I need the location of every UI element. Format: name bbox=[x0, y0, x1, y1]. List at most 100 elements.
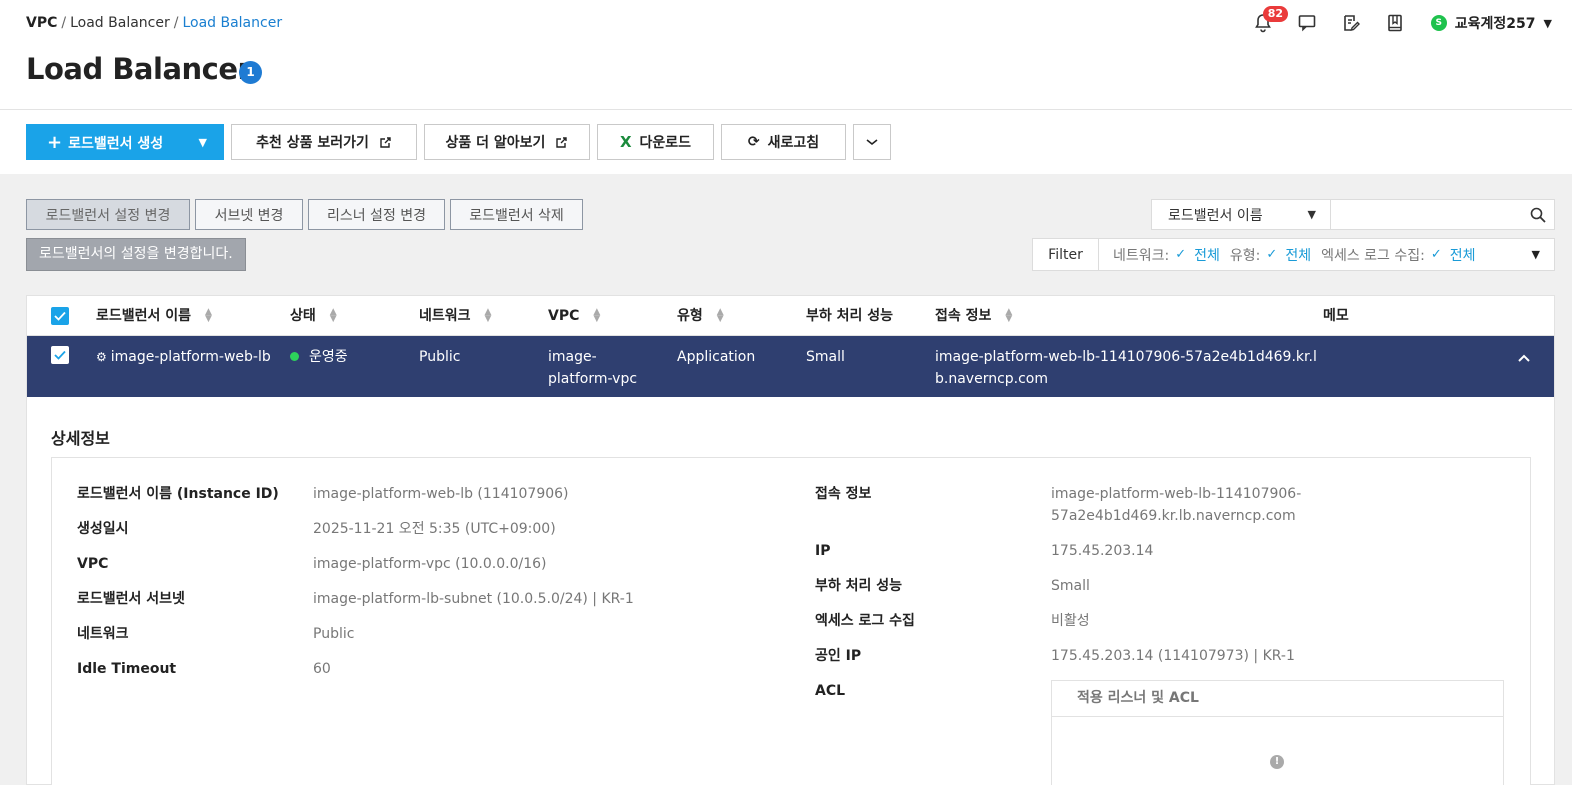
filter-network-value[interactable]: 전체 bbox=[1194, 245, 1220, 265]
check-icon bbox=[54, 311, 66, 321]
account-name: 교육계정257 bbox=[1454, 16, 1536, 32]
chevron-down-icon bbox=[866, 139, 878, 146]
column-header-vpc[interactable]: VPC ▲ ▼ bbox=[548, 296, 600, 336]
column-name-label: 로드밸런서 이름 bbox=[96, 308, 192, 324]
search-icon bbox=[1530, 207, 1546, 223]
breadcrumb-current[interactable]: Load Balancer bbox=[182, 15, 282, 31]
filter-type-value[interactable]: 전체 bbox=[1285, 245, 1311, 265]
column-type-label: 유형 bbox=[677, 308, 703, 324]
row-access-line2: b.naverncp.com bbox=[935, 371, 1049, 387]
create-load-balancer-button[interactable]: + 로드밸런서 생성 ▼ bbox=[26, 124, 224, 160]
column-network-label: 네트워크 bbox=[419, 308, 471, 324]
detail-value-access: image-platform-web-lb-114107906- 57a2e4b1… bbox=[1051, 483, 1301, 527]
column-header-status[interactable]: 상태 ▲ ▼ bbox=[290, 296, 337, 336]
chat-icon bbox=[1298, 15, 1316, 32]
sort-icon: ▲ ▼ bbox=[1005, 307, 1013, 324]
edit-note-button[interactable] bbox=[1329, 8, 1373, 38]
column-status-label: 상태 bbox=[290, 308, 316, 324]
load-balancer-table: 로드밸런서 이름 ▲ ▼ 상태 ▲ ▼ 네트워크 ▲ ▼ VPC ▲ ▼ 유형 ▲ ▼ 부하 처리 … bbox=[26, 295, 1555, 785]
guide-button[interactable] bbox=[1373, 8, 1417, 38]
detail-card: 로드밸런서 이름 (Instance ID) image-platform-we… bbox=[51, 457, 1531, 785]
caret-down-icon: ▼ bbox=[1543, 16, 1552, 30]
breadcrumb-load-balancer[interactable]: Load Balancer bbox=[70, 15, 170, 31]
detail-label-ip: IP bbox=[815, 543, 831, 559]
search-field-select[interactable]: 로드밸런서 이름 ▼ bbox=[1152, 200, 1331, 229]
info-icon: ! bbox=[1270, 755, 1284, 769]
column-header-name[interactable]: 로드밸런서 이름 ▲ ▼ bbox=[96, 296, 212, 336]
caret-down-icon[interactable]: ▼ bbox=[1532, 248, 1540, 261]
filter-label: Filter bbox=[1033, 239, 1099, 270]
more-options-button[interactable] bbox=[853, 124, 891, 160]
column-vpc-label: VPC bbox=[548, 308, 580, 324]
detail-label-vpc: VPC bbox=[77, 556, 109, 572]
download-button[interactable]: X 다운로드 bbox=[597, 124, 714, 160]
create-button-label: 로드밸런서 생성 bbox=[68, 135, 164, 152]
collapse-row-button[interactable] bbox=[1517, 348, 1531, 370]
detail-value-subnet: image-platform-lb-subnet (10.0.5.0/24) |… bbox=[313, 591, 634, 607]
column-header-type[interactable]: 유형 ▲ ▼ bbox=[677, 296, 724, 336]
content-area: 로드밸런서 설정 변경 서브넷 변경 리스너 설정 변경 로드밸런서 삭제 로드… bbox=[0, 174, 1572, 785]
book-icon bbox=[1387, 14, 1402, 32]
detail-access-line2: 57a2e4b1d469.kr.lb.naverncp.com bbox=[1051, 508, 1296, 524]
row-access-line1: image-platform-web-lb-114107906-57a2e4b1… bbox=[935, 349, 1317, 365]
detail-value-ip: 175.45.203.14 bbox=[1051, 543, 1154, 559]
row-status: 운영중 bbox=[290, 346, 348, 368]
row-vpc-line1: image- bbox=[548, 349, 597, 365]
notification-button[interactable]: 82 bbox=[1241, 6, 1289, 38]
breadcrumb-separator: / bbox=[173, 15, 179, 31]
row-type: Application bbox=[677, 349, 756, 365]
search-field-label: 로드밸런서 이름 bbox=[1168, 207, 1263, 224]
row-vpc: image-platform-vpc bbox=[548, 346, 637, 390]
row-status-text: 운영중 bbox=[309, 349, 348, 365]
tooltip: 로드밸런서의 설정을 변경합니다. bbox=[26, 238, 246, 271]
column-performance-label: 부하 처리 성능 bbox=[806, 308, 894, 324]
refresh-button[interactable]: ⟳ 새로고침 bbox=[721, 124, 846, 160]
recommend-products-button[interactable]: 추천 상품 보러가기 bbox=[231, 124, 417, 160]
column-header-network[interactable]: 네트워크 ▲ ▼ bbox=[419, 296, 491, 336]
search-input[interactable] bbox=[1330, 200, 1522, 229]
detail-value-access-log: 비활성 bbox=[1051, 613, 1090, 629]
breadcrumb-separator: / bbox=[61, 15, 67, 31]
row-network: Public bbox=[419, 349, 461, 365]
detail-title: 상세정보 bbox=[51, 429, 110, 448]
change-subnet-button[interactable]: 서브넷 변경 bbox=[195, 199, 303, 230]
create-button-label-wrap: + 로드밸런서 생성 bbox=[47, 132, 163, 153]
account-avatar: S bbox=[1430, 15, 1447, 31]
detail-value-name: image-platform-web-lb (114107906) bbox=[313, 486, 569, 502]
chat-button[interactable] bbox=[1285, 8, 1329, 38]
change-lb-settings-button[interactable]: 로드밸런서 설정 변경 bbox=[26, 199, 190, 230]
table-header: 로드밸런서 이름 ▲ ▼ 상태 ▲ ▼ 네트워크 ▲ ▼ VPC ▲ ▼ 유형 ▲ ▼ 부하 처리 … bbox=[27, 296, 1554, 336]
plus-icon: + bbox=[47, 131, 63, 153]
filter-items: 네트워크: ✓ 전체 유형: ✓ 전체 엑세스 로그 수집: ✓ 전체 ▼ bbox=[1099, 245, 1554, 265]
filter-bar[interactable]: Filter 네트워크: ✓ 전체 유형: ✓ 전체 엑세스 로그 수집: ✓ … bbox=[1032, 238, 1555, 271]
check-icon: ✓ bbox=[1430, 247, 1442, 262]
detail-label-performance: 부하 처리 성능 bbox=[815, 578, 903, 594]
download-label: 다운로드 bbox=[639, 135, 692, 151]
detail-label-access: 접속 정보 bbox=[815, 486, 872, 502]
table-row[interactable]: ⚙ image-platform-web-lb 운영중 Public image-… bbox=[27, 336, 1554, 397]
search-button[interactable] bbox=[1522, 200, 1554, 229]
count-badge: 1 bbox=[239, 61, 262, 84]
account-menu[interactable]: S 교육계정257 ▼ bbox=[1430, 13, 1552, 33]
learn-more-button[interactable]: 상품 더 알아보기 bbox=[424, 124, 590, 160]
column-header-access[interactable]: 접속 정보 ▲ ▼ bbox=[935, 296, 1012, 336]
sort-icon: ▲ ▼ bbox=[205, 307, 212, 324]
action-buttons: 로드밸런서 설정 변경 서브넷 변경 리스너 설정 변경 로드밸런서 삭제 bbox=[26, 199, 588, 230]
row-name: ⚙ image-platform-web-lb bbox=[96, 346, 271, 368]
delete-lb-button[interactable]: 로드밸런서 삭제 bbox=[450, 199, 583, 230]
filter-log-value[interactable]: 전체 bbox=[1450, 245, 1476, 265]
select-all-checkbox[interactable] bbox=[51, 307, 69, 325]
sort-icon: ▲ ▼ bbox=[329, 307, 337, 324]
top-header: VPC / Load Balancer / Load Balancer Load Bal… bbox=[0, 0, 1572, 110]
row-performance: Small bbox=[806, 349, 845, 365]
change-listener-button[interactable]: 리스너 설정 변경 bbox=[308, 199, 445, 230]
detail-label-acl: ACL bbox=[815, 683, 846, 699]
column-memo-label: 메모 bbox=[1323, 308, 1349, 324]
sort-icon: ▲ ▼ bbox=[593, 307, 601, 324]
external-link-icon bbox=[380, 136, 391, 148]
load-balancer-icon: ⚙ bbox=[96, 350, 107, 364]
breadcrumb-vpc[interactable]: VPC bbox=[26, 15, 57, 31]
detail-value-performance: Small bbox=[1051, 578, 1090, 594]
row-checkbox[interactable] bbox=[51, 346, 69, 364]
caret-down-icon[interactable]: ▼ bbox=[199, 136, 207, 149]
